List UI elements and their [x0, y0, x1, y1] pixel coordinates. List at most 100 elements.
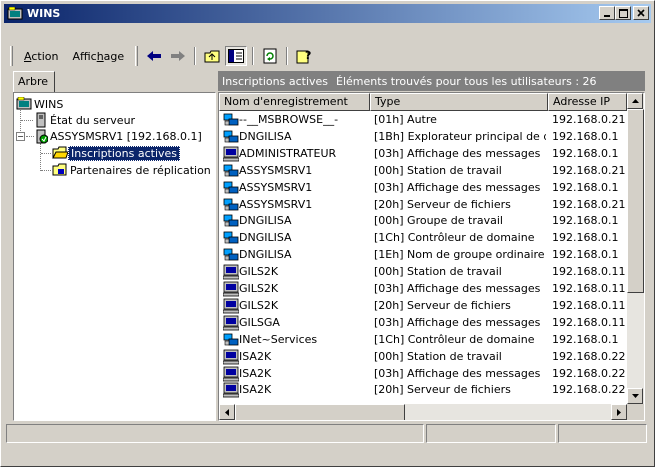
- scroll-right-button[interactable]: [611, 404, 627, 420]
- group-icon: [223, 129, 239, 145]
- window-title: WINS: [27, 7, 61, 20]
- tree-pane[interactable]: WINS État du serveur − ASSYSMSRV1 [192.1…: [13, 92, 216, 421]
- cell-name: GILS2K: [239, 298, 279, 312]
- horizontal-scrollbar[interactable]: [219, 404, 627, 420]
- column-header-type[interactable]: Type: [370, 93, 548, 111]
- tree-node-replication-partners[interactable]: Partenaires de réplication: [52, 162, 213, 178]
- cell-type: [03h] Affichage des messages: [374, 146, 541, 160]
- cell-ip: 192.168.0.11: [552, 282, 626, 295]
- registrations-list[interactable]: Nom d'enregistrement Type Adresse IP --_…: [218, 92, 645, 421]
- minimize-button[interactable]: [599, 6, 615, 20]
- results-header-info: Éléments trouvés pour tous les utilisate…: [336, 74, 597, 88]
- table-row[interactable]: GILS2K [20h] Serveur de fichiers 192.168.0…: [219, 298, 627, 315]
- refresh-icon: [263, 48, 277, 64]
- cell-name: ISA2K: [239, 366, 272, 380]
- computer-icon: [222, 298, 240, 314]
- tab-tree[interactable]: Arbre: [13, 71, 55, 93]
- tree-node-active-registrations[interactable]: Inscriptions actives: [52, 145, 181, 161]
- group-icon: [223, 163, 239, 179]
- cell-type: [20h] Serveur de fichiers: [374, 298, 511, 312]
- table-row[interactable]: GILS2K [00h] Station de travail 192.168.0.…: [219, 264, 627, 281]
- table-row[interactable]: ISA2K [03h] Affichage des messages 192.168…: [219, 366, 627, 383]
- cell-ip: 192.168.0.1: [552, 231, 619, 245]
- table-row[interactable]: --__MSBROWSE__- [01h] Autre 192.168.0.21: [219, 112, 627, 129]
- table-row[interactable]: ISA2K [00h] Station de travail 192.168.0.2…: [219, 349, 627, 366]
- title-bar[interactable]: WINS: [4, 4, 651, 23]
- horizontal-scroll-thumb[interactable]: [235, 404, 405, 420]
- cell-ip: 192.168.0.22: [552, 383, 626, 397]
- toolbar-grip-2[interactable]: [135, 46, 139, 66]
- cell-type: [20h] Serveur de fichiers: [374, 197, 511, 211]
- cell-type: [00h] Station de travail: [374, 265, 502, 279]
- scroll-left-button[interactable]: [219, 404, 235, 420]
- cell-type: [1Eh] Nom de groupe ordinaire: [374, 248, 545, 262]
- table-row[interactable]: ISA2K [20h] Serveur de fichiers 192.168.0.…: [219, 382, 627, 399]
- table-row[interactable]: GILSGA [03h] Affichage des messages 192.16…: [219, 315, 627, 332]
- close-button[interactable]: [633, 6, 649, 20]
- menu-view[interactable]: Affichage: [65, 48, 131, 65]
- arrow-right-icon: [617, 408, 621, 416]
- forward-button[interactable]: [167, 46, 189, 66]
- refresh-button[interactable]: [259, 46, 281, 66]
- tree-node-server[interactable]: ASSYSMSRV1 [192.168.0.1]: [34, 128, 204, 144]
- group-icon: [223, 180, 239, 196]
- table-row[interactable]: DNGILISA [1Ch] Contrôleur de domaine 192.1…: [219, 230, 627, 247]
- results-header: Inscriptions actives Éléments trouvés po…: [218, 71, 645, 91]
- cell-type: [03h] Affichage des messages: [374, 282, 541, 295]
- up-folder-icon: [204, 50, 220, 63]
- cell-name: ASSYSMSRV1: [239, 180, 313, 194]
- table-row[interactable]: DNGILISA [1Eh] Nom de groupe ordinaire 192…: [219, 247, 627, 264]
- vertical-scrollbar[interactable]: [627, 93, 644, 404]
- wins-window: WINS Action Affichage ? Arbre WINS État …: [0, 0, 655, 467]
- menu-action[interactable]: Action: [17, 48, 65, 65]
- show-hide-tree-button[interactable]: [225, 46, 248, 66]
- arrow-down-icon: [631, 394, 639, 398]
- vertical-scroll-thumb[interactable]: [627, 109, 644, 293]
- status-bar: [6, 424, 649, 443]
- tree-expander-server[interactable]: −: [16, 132, 25, 141]
- cell-type: [03h] Affichage des messages: [374, 366, 541, 380]
- toolbar-separator: [194, 47, 197, 65]
- scroll-up-button[interactable]: [627, 93, 643, 109]
- cell-ip: 192.168.0.1: [552, 146, 619, 160]
- tree-label-server-status: État du serveur: [50, 113, 136, 127]
- scroll-down-button[interactable]: [627, 388, 643, 404]
- column-header-name[interactable]: Nom d'enregistrement: [219, 93, 370, 111]
- cell-type: [00h] Station de travail: [374, 163, 502, 177]
- cell-name: DNGILISA: [239, 248, 292, 262]
- cell-type: [01h] Autre: [374, 113, 437, 126]
- computer-icon: [222, 382, 240, 398]
- help-button[interactable]: ?: [293, 46, 315, 66]
- table-row[interactable]: GILS2K [03h] Affichage des messages 192.16…: [219, 281, 627, 298]
- group-icon: [223, 112, 239, 128]
- maximize-button[interactable]: [615, 6, 631, 20]
- table-row[interactable]: ASSYSMSRV1 [20h] Serveur de fichiers 192.1…: [219, 197, 627, 214]
- cell-ip: 192.168.0.21: [552, 197, 626, 211]
- tree-node-server-status[interactable]: État du serveur: [34, 112, 137, 128]
- cell-type: [1Ch] Contrôleur de domaine: [374, 231, 535, 245]
- cell-ip: 192.168.0.1: [552, 332, 619, 346]
- cell-name: DNGILISA: [239, 129, 292, 143]
- computer-icon: [222, 281, 240, 297]
- tree-label-replication-partners: Partenaires de réplication: [70, 163, 211, 177]
- table-row[interactable]: DNGILISA [1Bh] Explorateur principal de d…: [219, 129, 627, 146]
- cell-type: [03h] Affichage des messages: [374, 180, 541, 194]
- cell-name: --__MSBROWSE__-: [239, 113, 339, 126]
- group-icon: [223, 247, 239, 263]
- table-row[interactable]: ASSYSMSRV1 [03h] Affichage des messages 19…: [219, 180, 627, 197]
- toolbar-grip[interactable]: [10, 46, 13, 66]
- cell-name: INet~Services: [239, 332, 318, 346]
- table-row[interactable]: DNGILISA [00h] Groupe de travail 192.168.0…: [219, 213, 627, 230]
- arrow-left-icon: [225, 408, 229, 416]
- show-hide-tree-icon: [228, 49, 245, 63]
- table-row[interactable]: ASSYSMSRV1 [00h] Station de travail 192.16…: [219, 163, 627, 180]
- table-row[interactable]: ADMINISTRATEUR [03h] Affichage des messag…: [219, 146, 627, 163]
- table-row[interactable]: INet~Services [1Ch] Contrôleur de domaine…: [219, 332, 627, 349]
- cell-name: ADMINISTRATEUR: [239, 146, 337, 160]
- cell-ip: 192.168.0.22: [552, 349, 626, 363]
- up-level-button[interactable]: [201, 46, 223, 66]
- tree-node-wins[interactable]: WINS: [16, 96, 65, 112]
- back-button[interactable]: [143, 46, 165, 66]
- column-header-ip[interactable]: Adresse IP: [548, 93, 627, 111]
- tree-tab-strip: Arbre: [13, 71, 217, 93]
